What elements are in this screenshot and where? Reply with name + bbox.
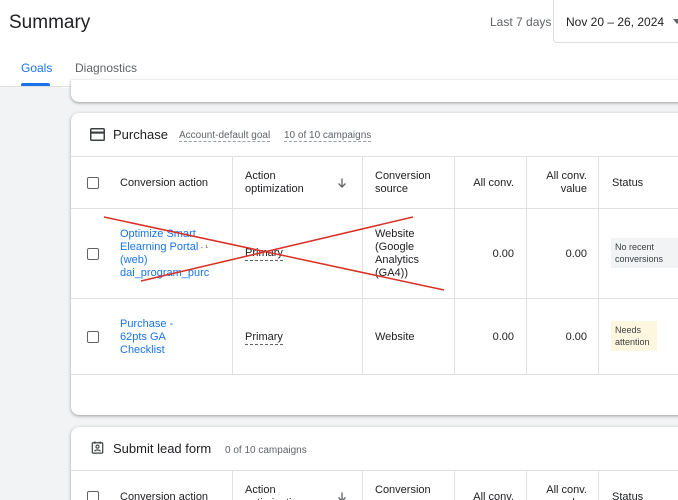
purchase-goal-card: Purchase Account-default goal 10 of 10 c… bbox=[71, 113, 678, 415]
row-checkbox[interactable] bbox=[87, 331, 99, 343]
conversion-action-link[interactable]: Optimize Smart Elearning Portal - ¹ (web… bbox=[120, 228, 225, 280]
left-pane bbox=[0, 87, 62, 500]
column-divider bbox=[232, 157, 233, 375]
divider bbox=[71, 374, 678, 375]
all-conv-value-amount: 0.00 bbox=[565, 248, 587, 260]
goal-campaign-count[interactable]: 10 of 10 campaigns bbox=[284, 130, 372, 142]
column-header-conversion-action[interactable]: Conversion action bbox=[120, 177, 208, 190]
goal-name: Submit lead form bbox=[113, 441, 212, 456]
card-header: Submit lead form 0 of 10 campaigns bbox=[71, 427, 678, 471]
select-all-checkbox[interactable] bbox=[87, 491, 99, 500]
top-bar: Summary Last 7 days Nov 20 – 26, 2024 Go… bbox=[0, 0, 678, 88]
status-badge: No recent conversions bbox=[611, 238, 678, 268]
column-header-action-optimization[interactable]: Action optimization bbox=[245, 484, 325, 500]
column-header-action-optimization[interactable]: Action optimization bbox=[245, 170, 325, 196]
column-divider bbox=[598, 157, 599, 375]
column-header-conversion-action[interactable]: Conversion action bbox=[120, 491, 208, 500]
contact-form-icon bbox=[91, 441, 104, 454]
column-header-conversion-source[interactable]: Conversion source bbox=[375, 484, 445, 500]
page-title: Summary bbox=[9, 12, 91, 33]
conversion-action-suffix: - ¹ bbox=[198, 243, 209, 252]
conversion-source: Website (Google Analytics (GA4)) bbox=[375, 228, 420, 279]
all-conv-value: 0.00 bbox=[492, 248, 514, 260]
lead-goal-card: Submit lead form 0 of 10 campaigns Conve… bbox=[71, 427, 678, 500]
credit-card-icon bbox=[90, 128, 105, 141]
card-header: Purchase Account-default goal 10 of 10 c… bbox=[71, 113, 678, 157]
select-all-checkbox[interactable] bbox=[87, 177, 99, 189]
conversion-action-link[interactable]: Purchase - 62pts GA Checklist bbox=[120, 318, 190, 357]
arrow-down-icon[interactable] bbox=[337, 492, 347, 500]
all-conv-value-amount: 0.00 bbox=[565, 331, 587, 343]
conversion-action-name: Optimize Smart Elearning Portal bbox=[120, 228, 199, 253]
column-header-status[interactable]: Status bbox=[612, 491, 643, 500]
goal-type[interactable]: Account-default goal bbox=[179, 130, 271, 142]
row-checkbox[interactable] bbox=[87, 248, 99, 260]
column-header-all-conv-value[interactable]: All conv. value bbox=[532, 484, 587, 500]
date-range-value: Nov 20 – 26, 2024 bbox=[566, 15, 665, 29]
divider bbox=[71, 208, 678, 209]
column-header-status[interactable]: Status bbox=[612, 177, 643, 190]
optimization-value[interactable]: Primary bbox=[245, 331, 283, 345]
conversion-source: Website bbox=[375, 331, 415, 343]
status-badge: Needs attention bbox=[611, 321, 657, 351]
column-header-all-conv[interactable]: All conv. bbox=[460, 491, 514, 500]
conversion-action-tag: (web) dai_program_purc bbox=[120, 254, 210, 279]
column-header-conversion-source[interactable]: Conversion source bbox=[375, 170, 445, 196]
column-divider bbox=[526, 471, 527, 500]
date-range-picker[interactable]: Nov 20 – 26, 2024 bbox=[553, 0, 678, 43]
column-header-all-conv[interactable]: All conv. bbox=[460, 177, 514, 190]
arrow-down-icon[interactable] bbox=[337, 178, 347, 188]
column-divider bbox=[362, 471, 363, 500]
column-divider bbox=[362, 157, 363, 375]
divider bbox=[71, 156, 678, 157]
tab-diagnostics[interactable]: Diagnostics bbox=[75, 61, 137, 75]
chevron-down-icon[interactable] bbox=[673, 19, 678, 24]
goal-name: Purchase bbox=[113, 127, 168, 142]
previous-goal-card bbox=[71, 80, 678, 102]
column-divider bbox=[232, 471, 233, 500]
date-range-label: Last 7 days bbox=[490, 15, 552, 29]
all-conv-value: 0.00 bbox=[492, 331, 514, 343]
column-divider bbox=[454, 157, 455, 375]
optimization-value[interactable]: Primary bbox=[245, 247, 283, 261]
column-header-all-conv-value[interactable]: All conv. value bbox=[532, 170, 587, 196]
column-divider bbox=[454, 471, 455, 500]
column-divider bbox=[526, 157, 527, 375]
divider bbox=[71, 470, 678, 471]
divider bbox=[71, 298, 678, 299]
goal-campaign-count: 0 of 10 campaigns bbox=[225, 445, 307, 456]
column-divider bbox=[598, 471, 599, 500]
tab-goals[interactable]: Goals bbox=[21, 61, 52, 75]
